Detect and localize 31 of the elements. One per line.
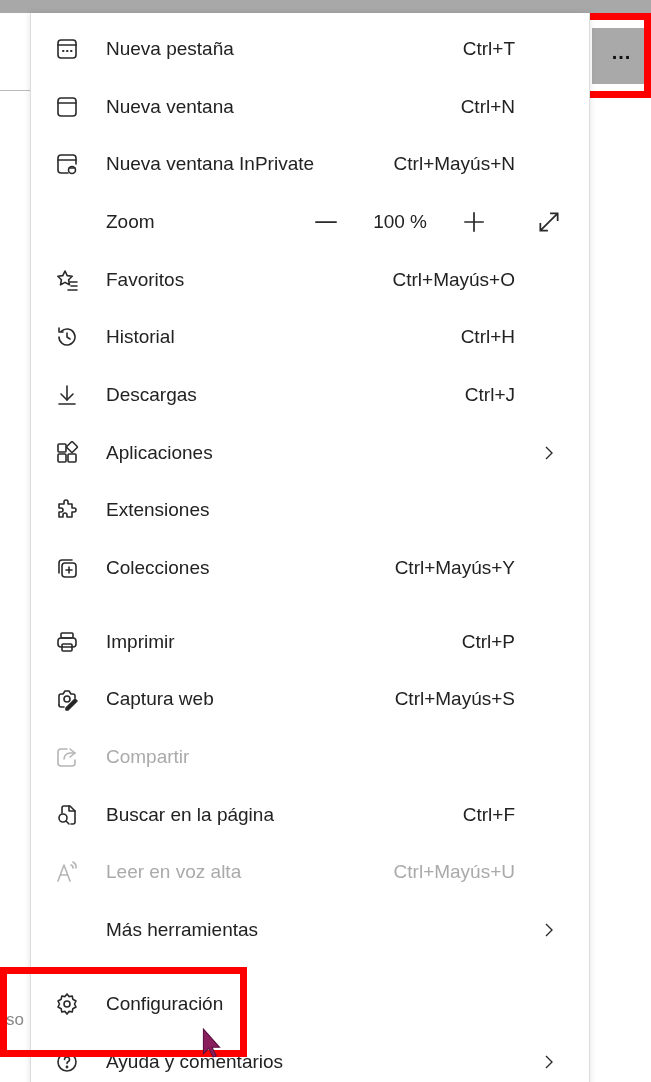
menu-item[interactable]: Nueva ventana InPrivate Ctrl+Mayús+N bbox=[31, 135, 589, 194]
menu-item[interactable]: Configuración bbox=[31, 975, 589, 1033]
menu-item[interactable]: Favoritos Ctrl+Mayús+O bbox=[31, 250, 589, 309]
menu-item[interactable]: Nueva ventana Ctrl+N bbox=[31, 77, 589, 136]
tab-icon bbox=[55, 36, 79, 61]
page-text: so bbox=[6, 1010, 24, 1030]
menu-item[interactable]: Descargas Ctrl+J bbox=[31, 366, 589, 424]
share-icon bbox=[55, 745, 79, 770]
zoom-label: Zoom bbox=[105, 210, 155, 233]
menu-item[interactable]: Más herramientas bbox=[31, 901, 589, 959]
collections-icon bbox=[55, 556, 79, 581]
menu-item[interactable]: Nueva pestaña Ctrl+T bbox=[31, 20, 589, 78]
menu-item[interactable]: Captura web Ctrl+Mayús+S bbox=[31, 670, 589, 729]
window-icon bbox=[55, 94, 79, 119]
star-icon bbox=[55, 267, 79, 292]
menu-item[interactable]: Aplicaciones bbox=[31, 423, 589, 482]
menu-item[interactable]: Colecciones Ctrl+Mayús+Y bbox=[31, 539, 589, 597]
apps-icon bbox=[55, 440, 79, 465]
menu-item[interactable]: Extensiones bbox=[31, 481, 589, 540]
minus-icon bbox=[314, 220, 339, 224]
read-aloud-icon bbox=[55, 860, 79, 885]
menu-item[interactable]: Buscar en la página Ctrl+F bbox=[31, 785, 589, 844]
camera-pen-icon bbox=[55, 687, 79, 712]
page-search-icon bbox=[55, 802, 79, 827]
private-window-icon bbox=[55, 152, 79, 177]
printer-icon bbox=[55, 629, 79, 654]
settings-icon bbox=[55, 991, 79, 1016]
zoom-value: 100 % bbox=[372, 210, 428, 233]
download-icon bbox=[55, 382, 79, 407]
menu-item[interactable]: Imprimir Ctrl+P bbox=[31, 612, 589, 671]
menu-item[interactable]: Historial Ctrl+H bbox=[31, 308, 589, 367]
